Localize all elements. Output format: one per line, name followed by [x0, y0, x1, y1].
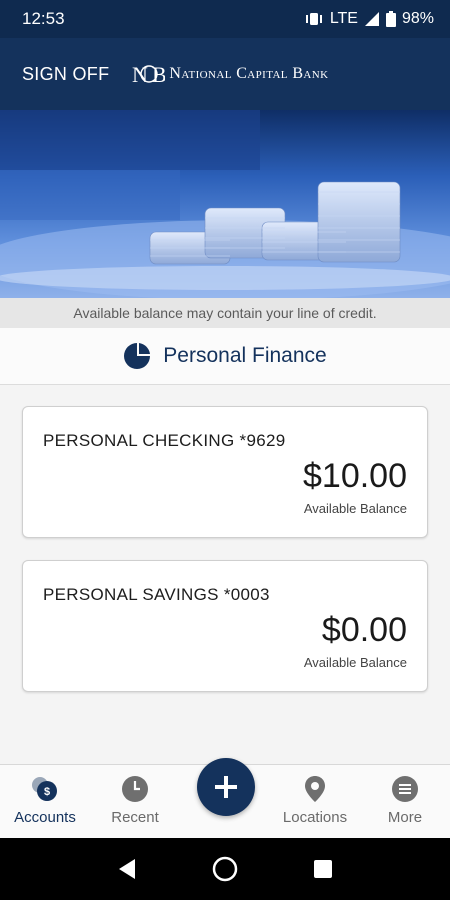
vibrate-icon — [304, 12, 324, 26]
plus-icon — [215, 776, 237, 798]
location-pin-icon — [304, 775, 326, 803]
account-balance: $0.00 — [321, 611, 407, 649]
credit-notice: Available balance may contain your line … — [0, 298, 450, 328]
section-title: Personal Finance — [163, 344, 327, 367]
hero-coins-image — [0, 110, 450, 298]
balance-label: Available Balance — [303, 501, 407, 516]
account-card-savings[interactable]: PERSONAL SAVINGS *0003 $0.00 Available B… — [22, 560, 428, 692]
nav-label: Accounts — [14, 809, 76, 826]
nav-label: Locations — [282, 809, 348, 826]
account-balance: $10.00 — [303, 457, 407, 495]
nav-label: Recent — [111, 809, 159, 826]
nav-recent[interactable]: Recent — [90, 765, 180, 839]
add-button[interactable] — [197, 758, 255, 816]
recents-icon[interactable] — [313, 859, 333, 879]
more-menu-icon — [391, 775, 419, 803]
sign-off-button[interactable]: SIGN OFF — [22, 64, 109, 85]
balance-label: Available Balance — [303, 655, 407, 670]
bank-logo: N B National Capital Bank — [131, 61, 328, 87]
nav-accounts[interactable]: $ Accounts — [0, 765, 90, 839]
svg-text:B: B — [152, 62, 165, 87]
battery-icon — [385, 11, 396, 27]
back-icon[interactable] — [117, 858, 137, 880]
status-bar: 12:53 LTE 98% — [0, 0, 450, 38]
bank-name: National Capital Bank — [169, 65, 329, 82]
battery-level: 98% — [401, 10, 434, 27]
status-time: 12:53 — [22, 9, 65, 28]
ncb-monogram-icon: N B — [132, 62, 165, 87]
svg-text:N: N — [132, 62, 148, 87]
accounts-badge: $ — [44, 786, 50, 798]
nav-locations[interactable]: Locations — [270, 765, 360, 839]
app-header: SIGN OFF N B National Capital Bank — [0, 38, 450, 110]
signal-icon — [364, 11, 380, 27]
status-indicators: LTE 98% — [304, 10, 434, 28]
clock-icon — [121, 775, 149, 803]
account-card-checking[interactable]: PERSONAL CHECKING *9629 $10.00 Available… — [22, 406, 428, 538]
section-header: Personal Finance — [0, 328, 450, 385]
nav-more[interactable]: More — [360, 765, 450, 839]
home-icon[interactable] — [212, 856, 238, 882]
system-nav-bar — [0, 838, 450, 900]
pie-chart-icon — [124, 343, 151, 369]
nav-label: More — [387, 809, 423, 826]
account-name: PERSONAL CHECKING *9629 — [43, 431, 286, 450]
network-type: LTE — [329, 10, 358, 27]
account-name: PERSONAL SAVINGS *0003 — [43, 585, 270, 604]
accounts-icon: $ — [30, 775, 60, 803]
